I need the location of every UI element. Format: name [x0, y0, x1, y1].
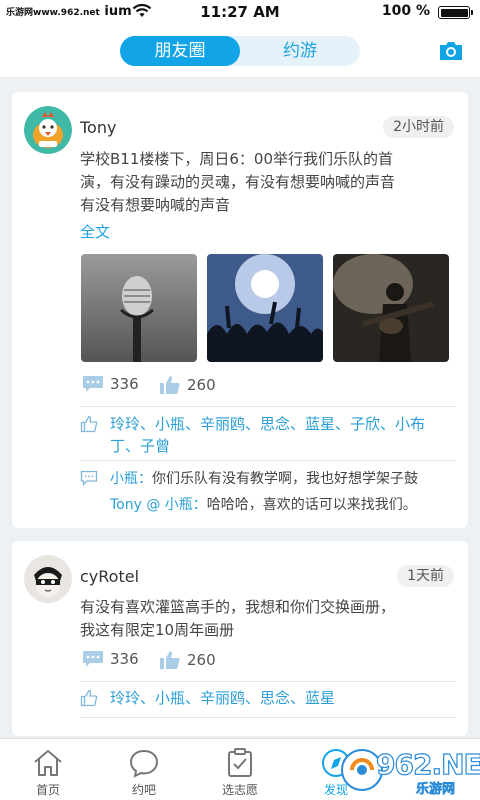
likers-names[interactable]: 玲玲、小瓶、辛丽鸥、思念、蓝星、子欣、小布 丁、子曾	[110, 413, 460, 457]
tab-chat[interactable]: 约吧	[96, 739, 192, 800]
comment-item[interactable]: Tony @ 小瓶：哈哈哈，喜欢的话可以来找我们。	[110, 492, 460, 518]
thumbs-up-icon	[160, 376, 180, 394]
post-photo-concert-crowd[interactable]	[207, 254, 323, 362]
post-photo-guitarist[interactable]	[333, 254, 449, 362]
likers-list: 玲玲、小瓶、辛丽鸥、思念、蓝星、子欣、小布 丁、子曾	[80, 413, 460, 457]
status-bar: 乐游网www.962.net ium 11:27 AM 100 %	[0, 0, 480, 24]
post-photo-microphone[interactable]	[81, 254, 197, 362]
thumbs-up-outline-icon	[80, 689, 98, 707]
watermark-subtext: 乐游网	[416, 782, 456, 798]
like-count[interactable]: 260	[159, 650, 216, 670]
tab-moments[interactable]: 朋友圈	[120, 36, 240, 66]
like-count[interactable]: 260	[159, 375, 216, 395]
comment-item[interactable]: 小瓶：你们乐队有没有教学啊，我也好想学架子鼓	[110, 466, 460, 492]
post-text: 学校B11楼楼下，周日6：00举行我们乐队的首 演，有没有躁动的灵魂，有没有想要…	[80, 150, 396, 214]
time-badge: 2小时前	[383, 116, 454, 138]
comments-list: 小瓶：你们乐队有没有教学啊，我也好想学架子鼓 Tony @ 小瓶：哈哈哈，喜欢的…	[80, 466, 460, 518]
tab-trips[interactable]: 约游	[240, 36, 360, 66]
comment-icon	[83, 651, 103, 667]
avatar[interactable]	[24, 555, 72, 603]
home-icon	[34, 750, 62, 776]
likers-names[interactable]: 玲玲、小瓶、辛丽鸥、思念、蓝星	[110, 687, 460, 709]
post-card: cyRotel 1天前 有没有喜欢灌篮高手的，我想和你们交换画册， 我这有限定1…	[12, 541, 468, 736]
post-card: Tony 2小时前 学校B11楼楼下，周日6：00举行我们乐队的首 演，有没有躁…	[12, 92, 468, 528]
username[interactable]: cyRotel	[80, 567, 139, 586]
divider	[80, 460, 456, 461]
battery-icon	[438, 6, 473, 19]
likers-list: 玲玲、小瓶、辛丽鸥、思念、蓝星	[80, 687, 460, 709]
battery-percent: 100 %	[381, 3, 430, 19]
comment-outline-icon	[80, 470, 98, 486]
comment-count[interactable]: 336	[82, 650, 139, 668]
camera-icon[interactable]	[438, 40, 464, 62]
clipboard-check-icon	[228, 748, 252, 777]
comment-count[interactable]: 336	[82, 375, 139, 393]
tab-choose-major[interactable]: 选志愿	[192, 739, 288, 800]
time-badge: 1天前	[397, 565, 454, 587]
comment-icon	[83, 376, 103, 392]
chat-bubble-icon	[129, 749, 159, 778]
avatar[interactable]	[24, 106, 72, 154]
thumbs-up-outline-icon	[80, 415, 98, 433]
watermark-text: 962.NET	[375, 747, 480, 781]
segmented-control: 朋友圈 约游	[120, 36, 360, 66]
username[interactable]: Tony	[80, 118, 116, 137]
full-text-link[interactable]: 全文	[80, 221, 110, 242]
divider	[80, 681, 456, 682]
divider	[80, 717, 456, 718]
thumbs-up-icon	[160, 651, 180, 669]
tab-home[interactable]: 首页	[0, 739, 96, 800]
divider	[80, 406, 456, 407]
post-text: 有没有喜欢灌篮高手的，我想和你们交换画册， 我这有限定10周年画册	[80, 598, 396, 639]
top-header: 朋友圈 约游	[0, 24, 480, 78]
